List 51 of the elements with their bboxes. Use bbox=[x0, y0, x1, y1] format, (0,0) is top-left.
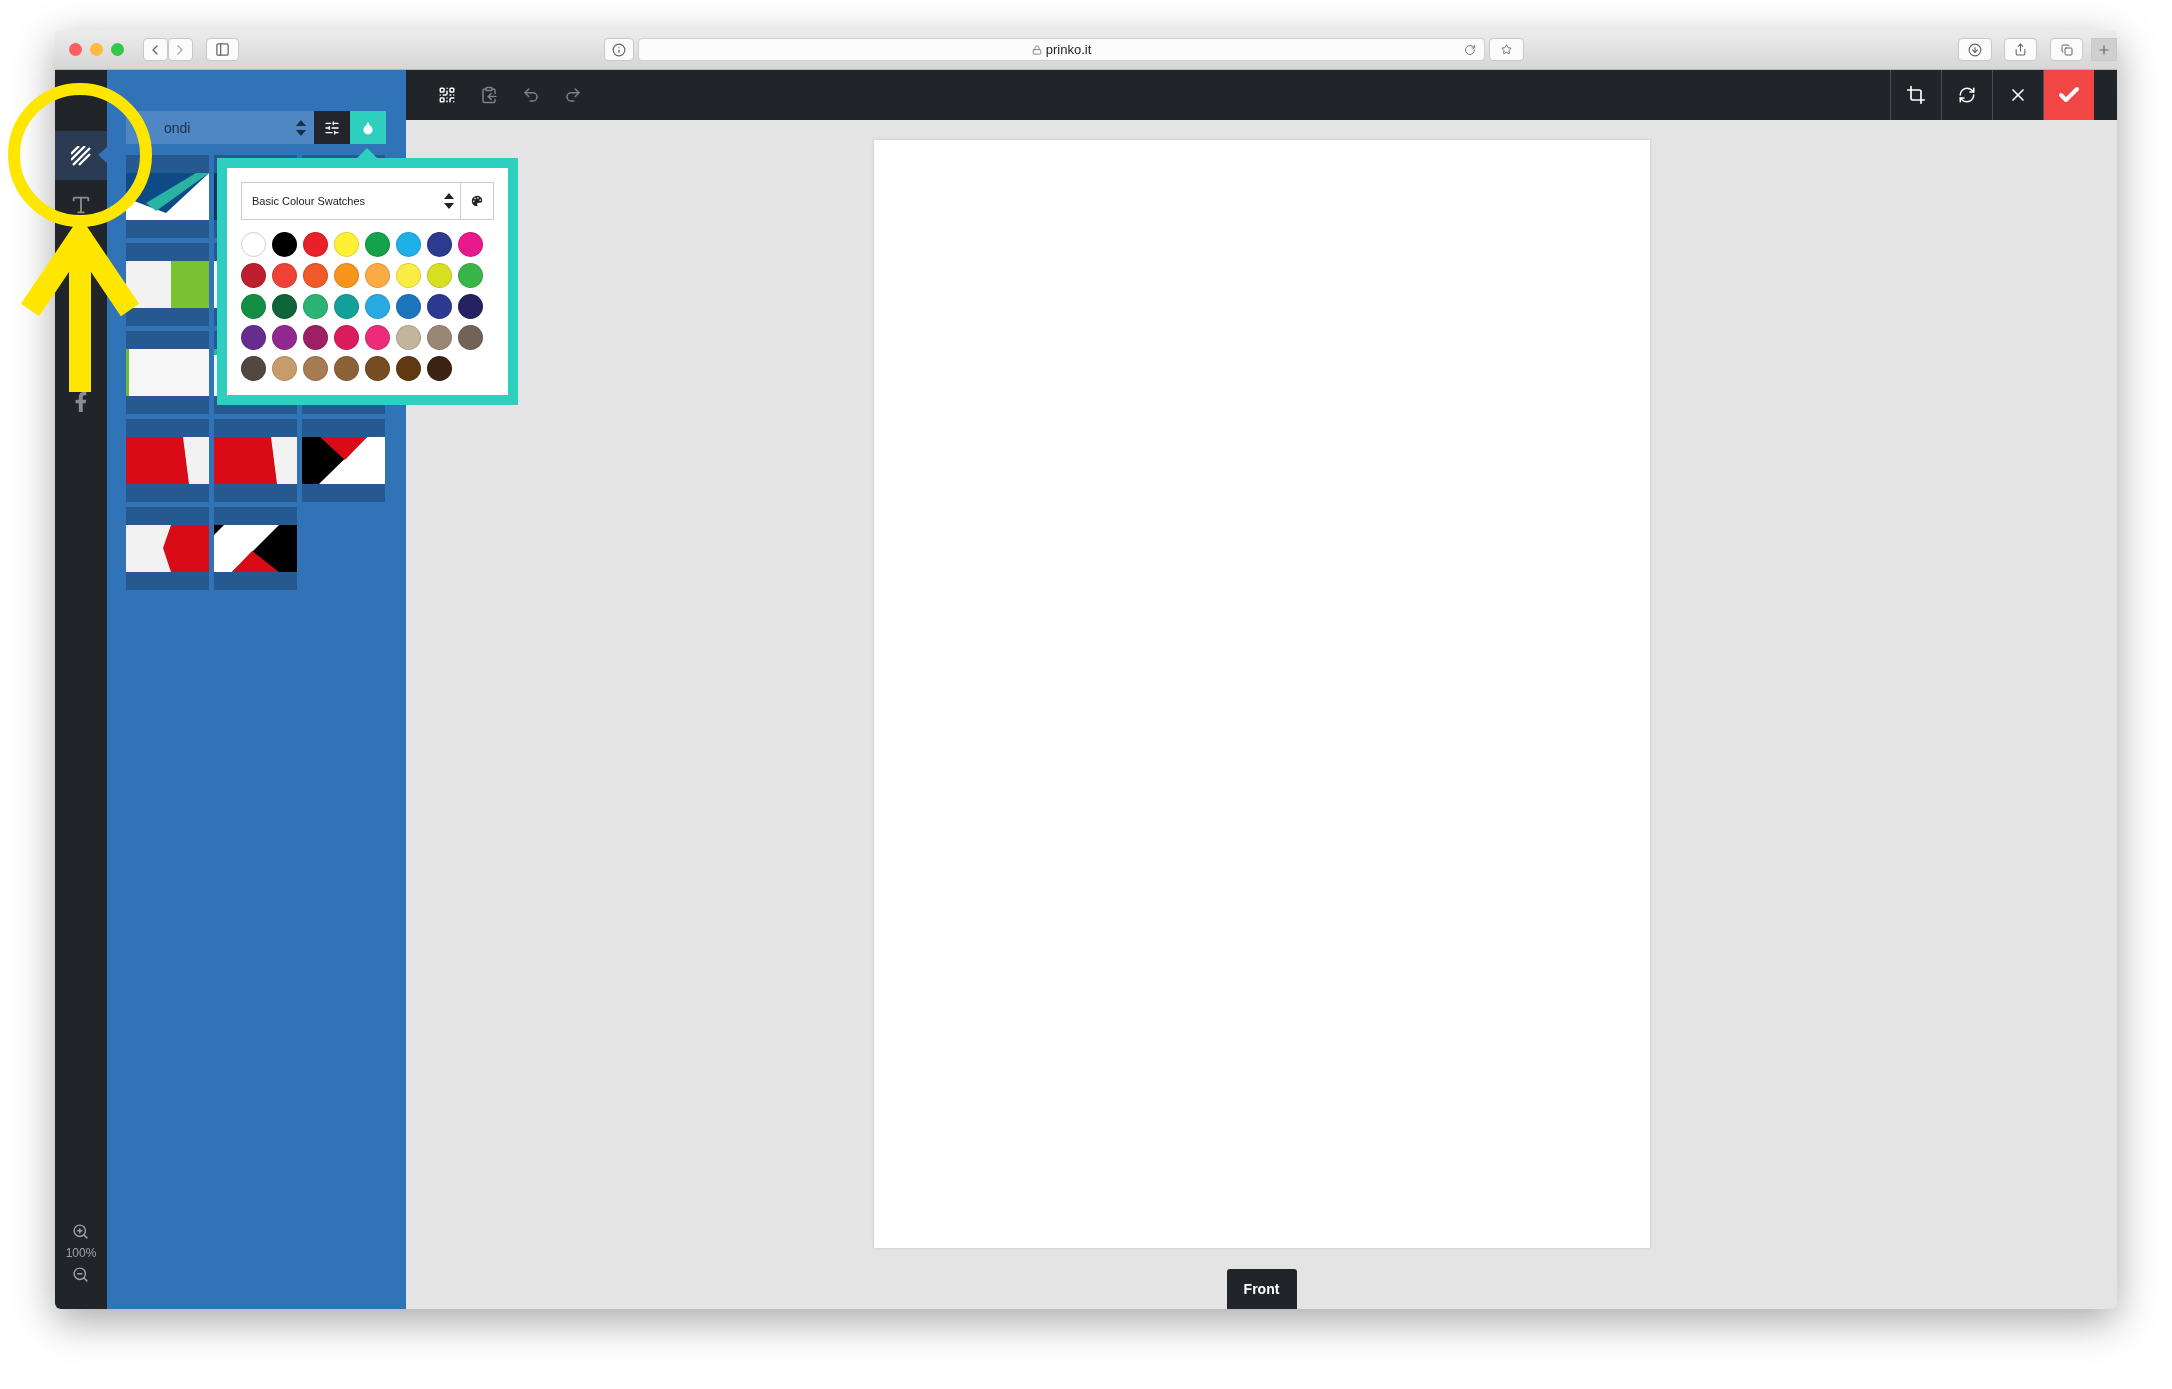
category-label: ondi bbox=[164, 119, 191, 136]
up-down-arrows-icon bbox=[296, 119, 306, 136]
clipboard-icon bbox=[480, 86, 498, 104]
confirm-button[interactable] bbox=[2043, 70, 2094, 120]
rotate-icon bbox=[1958, 86, 1976, 104]
template-thumbnail[interactable] bbox=[214, 419, 297, 502]
share-icon bbox=[2014, 43, 2028, 56]
download-icon bbox=[1968, 42, 1983, 57]
url-text: prinko.it bbox=[1045, 42, 1092, 57]
template-thumbnail[interactable] bbox=[126, 331, 209, 414]
adjust-button[interactable] bbox=[314, 111, 350, 144]
info-icon bbox=[611, 42, 626, 57]
template-thumbnail[interactable] bbox=[126, 155, 209, 238]
close-window-dot[interactable] bbox=[69, 43, 82, 56]
up-down-arrows-icon bbox=[444, 193, 454, 209]
reload-icon[interactable] bbox=[1464, 43, 1477, 56]
zoom-in-icon bbox=[72, 1223, 90, 1240]
address-bar[interactable]: prinko.it bbox=[637, 38, 1486, 61]
zoom-out-icon bbox=[72, 1266, 90, 1283]
zoom-in-button[interactable] bbox=[72, 1223, 90, 1240]
redo-icon bbox=[564, 86, 582, 104]
zoom-level: 100% bbox=[65, 1246, 97, 1260]
pattern-tool[interactable] bbox=[55, 131, 107, 180]
undo-icon bbox=[522, 86, 540, 104]
star-icon bbox=[1501, 44, 1513, 55]
category-select[interactable]: ondi bbox=[126, 111, 314, 144]
zoom-out-button[interactable] bbox=[72, 1266, 90, 1283]
template-thumbnail[interactable] bbox=[126, 507, 209, 590]
share-button[interactable] bbox=[2004, 38, 2038, 61]
qr-code-icon bbox=[438, 86, 456, 104]
info-button[interactable] bbox=[603, 38, 634, 61]
lock-icon bbox=[1031, 44, 1042, 55]
sidebar-toggle-button[interactable] bbox=[205, 38, 239, 61]
palette-name: Basic Colour Swatches bbox=[252, 195, 366, 207]
plus-icon bbox=[2097, 42, 2111, 57]
template-thumbnail[interactable] bbox=[302, 419, 385, 502]
front-tab[interactable]: Front bbox=[1226, 1269, 1297, 1309]
tabs-icon bbox=[2060, 43, 2073, 56]
palette-icon bbox=[470, 194, 484, 208]
diagonal-stripes-icon bbox=[71, 145, 91, 166]
sliders-icon bbox=[324, 119, 340, 136]
download-button[interactable] bbox=[1958, 38, 1993, 61]
drop-icon bbox=[361, 120, 375, 135]
template-thumbnail[interactable] bbox=[214, 507, 297, 590]
colour-swatch[interactable] bbox=[241, 232, 266, 257]
maximize-window-dot[interactable] bbox=[110, 43, 124, 56]
template-thumbnail[interactable] bbox=[126, 419, 209, 502]
crop-icon bbox=[1906, 85, 1926, 105]
minimize-window-dot[interactable] bbox=[90, 43, 103, 56]
template-thumbnail[interactable] bbox=[126, 243, 209, 326]
sidebar-icon bbox=[214, 42, 230, 57]
